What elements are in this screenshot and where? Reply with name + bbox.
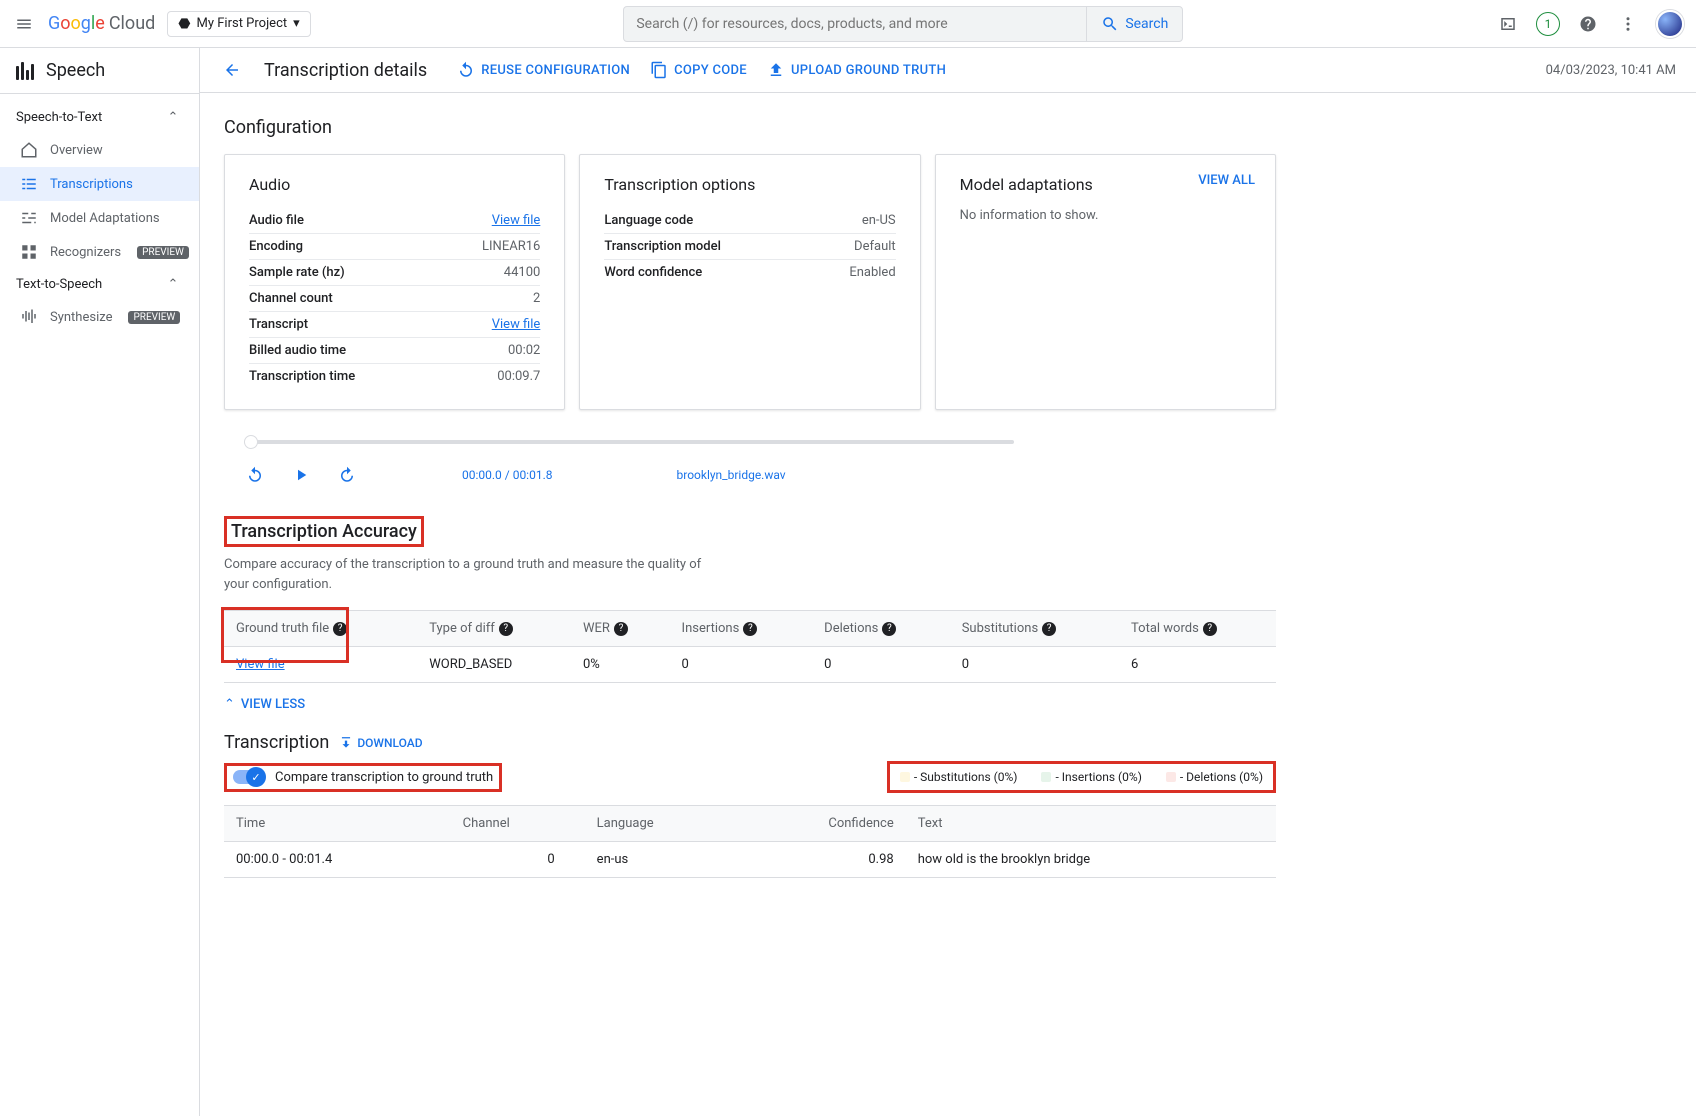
more-menu-icon[interactable] bbox=[1616, 12, 1640, 36]
table-row: View file WORD_BASED 0% 0 0 0 6 bbox=[224, 647, 1276, 683]
chevron-up-icon: ⌃ bbox=[163, 110, 183, 125]
audio-card: Audio Audio fileView file EncodingLINEAR… bbox=[224, 154, 565, 410]
adaptations-card: Model adaptations VIEW ALL No informatio… bbox=[935, 154, 1276, 410]
chevron-down-icon: ▾ bbox=[293, 16, 300, 31]
sidebar-item-transcriptions[interactable]: Transcriptions bbox=[0, 167, 199, 201]
sidebar-item-recognizers[interactable]: Recognizers PREVIEW bbox=[0, 235, 199, 269]
page-title: Transcription details bbox=[264, 60, 427, 81]
notifications-badge[interactable]: 1 bbox=[1536, 12, 1560, 36]
insertions-color-icon bbox=[1041, 772, 1051, 782]
help-icon[interactable] bbox=[1576, 12, 1600, 36]
nav-section-stt[interactable]: Speech-to-Text ⌃ bbox=[0, 102, 199, 133]
col-ground-truth: Ground truth file? bbox=[224, 611, 417, 647]
preview-badge: PREVIEW bbox=[137, 246, 189, 259]
hamburger-menu-icon[interactable] bbox=[12, 12, 36, 36]
copy-code-button[interactable]: COPY CODE bbox=[650, 61, 747, 79]
options-card: Transcription options Language codeen-US… bbox=[579, 154, 920, 410]
grid-icon bbox=[20, 243, 38, 261]
view-less-button[interactable]: ⌃ VIEW LESS bbox=[224, 697, 1276, 712]
preview-badge: PREVIEW bbox=[128, 311, 180, 324]
view-all-link[interactable]: VIEW ALL bbox=[1198, 173, 1255, 188]
search-button[interactable]: Search bbox=[1086, 7, 1182, 41]
substitutions-color-icon bbox=[900, 772, 910, 782]
search-icon bbox=[1101, 15, 1119, 33]
sidebar-item-model-adaptations[interactable]: Model Adaptations bbox=[0, 201, 199, 235]
help-icon[interactable]: ? bbox=[743, 622, 757, 636]
wave-icon bbox=[20, 308, 38, 326]
accuracy-description: Compare accuracy of the transcription to… bbox=[224, 555, 724, 594]
nav-section-tts[interactable]: Text-to-Speech ⌃ bbox=[0, 269, 199, 300]
help-icon[interactable]: ? bbox=[1042, 622, 1056, 636]
project-name: My First Project bbox=[197, 16, 288, 31]
sidebar-item-overview[interactable]: Overview bbox=[0, 133, 199, 167]
tune-icon bbox=[20, 209, 38, 227]
deletions-color-icon bbox=[1166, 772, 1176, 782]
speech-icon bbox=[16, 62, 34, 80]
list-icon bbox=[20, 175, 38, 193]
compare-toggle[interactable]: ✓ bbox=[233, 770, 265, 784]
player-seek-slider[interactable] bbox=[244, 440, 1014, 444]
table-row: 00:00.0 - 00:01.4 0 en-us 0.98 how old i… bbox=[224, 842, 1276, 878]
sidebar: Speech Speech-to-Text ⌃ Overview Transcr… bbox=[0, 48, 200, 1116]
sidebar-item-synthesize[interactable]: Synthesize PREVIEW bbox=[0, 300, 199, 334]
ground-truth-file-link[interactable]: View file bbox=[236, 657, 285, 672]
chevron-up-icon: ⌃ bbox=[163, 277, 183, 292]
chevron-up-icon: ⌃ bbox=[224, 697, 235, 712]
app-header: Google Cloud ⬣ My First Project ▾ Search… bbox=[0, 0, 1696, 48]
main-content: Transcription details REUSE CONFIGURATIO… bbox=[200, 48, 1696, 1116]
google-cloud-logo[interactable]: Google Cloud bbox=[48, 13, 155, 34]
rewind-button[interactable] bbox=[244, 464, 266, 486]
sidebar-title: Speech bbox=[0, 48, 199, 94]
audio-file-link[interactable]: View file bbox=[492, 213, 541, 228]
accuracy-title: Transcription Accuracy bbox=[231, 521, 417, 542]
help-icon[interactable]: ? bbox=[882, 622, 896, 636]
transcription-table: Time Channel Language Confidence Text 00… bbox=[224, 805, 1276, 878]
help-icon[interactable]: ? bbox=[333, 622, 347, 636]
transcription-title: Transcription bbox=[224, 732, 329, 753]
page-toolbar: Transcription details REUSE CONFIGURATIO… bbox=[200, 48, 1696, 93]
slider-thumb[interactable] bbox=[244, 435, 258, 449]
cloud-shell-icon[interactable] bbox=[1496, 12, 1520, 36]
accuracy-table: Ground truth file? Type of diff? WER? In… bbox=[224, 610, 1276, 683]
forward-button[interactable] bbox=[336, 464, 358, 486]
home-icon bbox=[20, 141, 38, 159]
play-button[interactable] bbox=[290, 464, 312, 486]
transcript-file-link[interactable]: View file bbox=[492, 317, 541, 332]
check-icon: ✓ bbox=[246, 767, 266, 787]
configuration-title: Configuration bbox=[224, 117, 1276, 138]
reuse-config-button[interactable]: REUSE CONFIGURATION bbox=[457, 61, 630, 79]
back-button[interactable] bbox=[220, 58, 244, 82]
accuracy-title-highlight: Transcription Accuracy bbox=[224, 516, 424, 547]
search-bar: Search bbox=[623, 6, 1183, 42]
player-filename: brooklyn_bridge.wav bbox=[677, 468, 786, 482]
help-icon[interactable]: ? bbox=[614, 622, 628, 636]
project-icon: ⬣ bbox=[178, 16, 190, 32]
upload-ground-truth-button[interactable]: UPLOAD GROUND TRUTH bbox=[767, 61, 946, 79]
audio-player: 00:00.0 / 00:01.8 brooklyn_bridge.wav bbox=[244, 440, 1276, 486]
player-time: 00:00.0 / 00:01.8 bbox=[462, 468, 553, 482]
search-input[interactable] bbox=[624, 16, 1086, 32]
help-icon[interactable]: ? bbox=[499, 622, 513, 636]
timestamp: 04/03/2023, 10:41 AM bbox=[1546, 63, 1676, 78]
compare-toggle-highlight: ✓ Compare transcription to ground truth bbox=[224, 763, 502, 792]
help-icon[interactable]: ? bbox=[1203, 622, 1217, 636]
project-selector[interactable]: ⬣ My First Project ▾ bbox=[167, 11, 310, 37]
compare-label: Compare transcription to ground truth bbox=[275, 770, 493, 785]
user-avatar[interactable] bbox=[1656, 10, 1684, 38]
diff-legend: - Substitutions (0%) - Insertions (0%) -… bbox=[887, 761, 1276, 793]
download-button[interactable]: DOWNLOAD bbox=[339, 736, 422, 750]
